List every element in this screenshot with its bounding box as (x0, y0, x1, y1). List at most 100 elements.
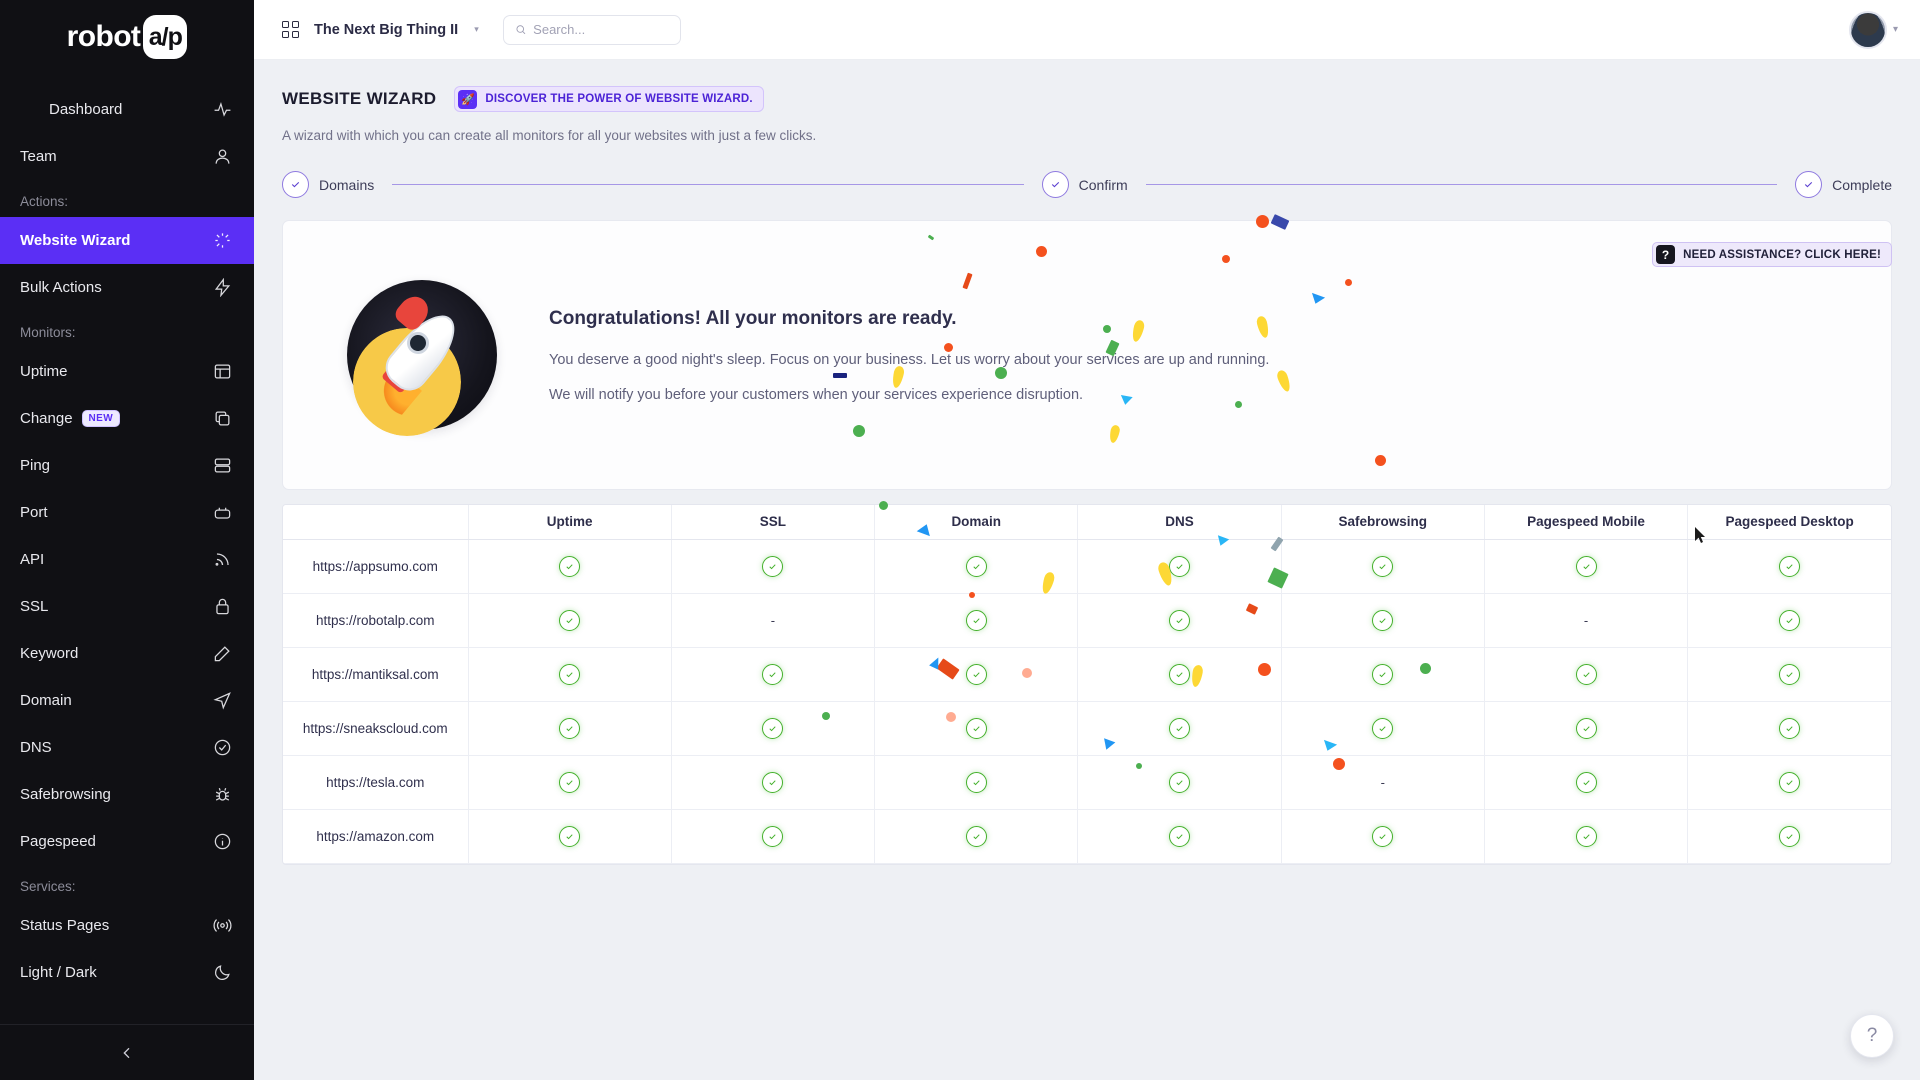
step-connector (392, 184, 1024, 185)
sidebar-item-status-pages[interactable]: Status Pages (0, 902, 254, 949)
search-box[interactable] (502, 14, 681, 45)
status-na: - (770, 612, 776, 628)
sidebar-item-safebrowsing[interactable]: Safebrowsing (0, 771, 254, 818)
chevron-down-icon[interactable]: ▾ (474, 24, 479, 35)
check-icon (1795, 171, 1823, 198)
check-circle-icon (965, 609, 987, 631)
activity-icon (20, 100, 40, 120)
step-connector (1145, 184, 1778, 185)
check-circle-icon (965, 717, 987, 739)
wand-icon (212, 231, 232, 251)
table-row: https://sneakscloud.com (283, 701, 1891, 756)
sidebar-item-label: Change (20, 410, 73, 427)
cell-status (1484, 701, 1689, 756)
step-domains[interactable]: Domains (282, 171, 374, 198)
column-header-uptime: Uptime (468, 505, 672, 540)
check-icon (282, 171, 309, 198)
cell-status (1687, 809, 1891, 864)
sidebar-item-website-wizard[interactable]: Website Wizard (0, 217, 254, 264)
cell-url: https://tesla.com (283, 755, 469, 810)
sidebar-item-change[interactable]: Change NEW (0, 395, 254, 442)
step-label: Complete (1832, 176, 1892, 193)
brand-badge: a/p (143, 15, 188, 59)
column-header-domain: Domain (874, 505, 1079, 540)
check-circle-icon (559, 609, 581, 631)
sidebar-item-label: DNS (20, 739, 52, 756)
bolt-icon (212, 278, 232, 298)
check-circle-icon (1372, 825, 1394, 847)
cell-status (1484, 539, 1689, 594)
cell-status: - (671, 593, 876, 648)
sidebar-item-label: Bulk Actions (20, 279, 102, 296)
check-circle-icon (1372, 609, 1394, 631)
plug-icon (212, 503, 232, 523)
check-circle-icon (762, 825, 784, 847)
congratulations-paragraph-1: You deserve a good night's sleep. Focus … (549, 351, 1270, 368)
sidebar-item-port[interactable]: Port (0, 489, 254, 536)
cell-status (1484, 647, 1689, 702)
sidebar-item-label: API (20, 551, 45, 568)
column-header-pagespeed-mobile: Pagespeed Mobile (1484, 505, 1689, 540)
sidebar-item-dashboard[interactable]: Dashboard (0, 86, 254, 133)
apps-grid-icon[interactable] (282, 20, 300, 39)
cell-status (1077, 647, 1282, 702)
status-na: - (1380, 774, 1385, 790)
rocket-icon: 🚀 (458, 89, 478, 109)
sidebar-item-ssl[interactable]: SSL (0, 583, 254, 630)
sidebar: robot a/p Dashboard Team Actions: Websit… (0, 0, 254, 1080)
sidebar-item-domain[interactable]: Domain (0, 677, 254, 724)
cell-url: https://mantiksal.com (283, 647, 469, 702)
sidebar-item-keyword[interactable]: Keyword (0, 630, 254, 677)
cell-status (671, 701, 876, 756)
check-circle-icon (1575, 663, 1597, 685)
check-circle-icon (1575, 771, 1597, 793)
check-circle-icon (559, 663, 581, 685)
cell-status (1281, 647, 1485, 702)
cell-status (1484, 755, 1689, 810)
server-icon (212, 456, 232, 476)
project-selector-label[interactable]: The Next Big Thing II (314, 22, 458, 38)
sidebar-item-label: SSL (20, 598, 49, 615)
sidebar-item-label: Port (20, 504, 48, 521)
promo-banner[interactable]: 🚀 DISCOVER THE POWER OF WEBSITE WIZARD. (454, 86, 764, 112)
cell-status (1687, 593, 1891, 648)
avatar[interactable] (1848, 10, 1887, 49)
search-input[interactable] (533, 22, 669, 37)
check-circle-icon (1575, 825, 1597, 847)
sidebar-section-actions: Actions: (20, 194, 69, 209)
cell-url: https://sneakscloud.com (283, 701, 469, 756)
sidebar-item-light-dark[interactable]: Light / Dark (0, 949, 254, 996)
brand-logo[interactable]: robot a/p (0, 0, 254, 68)
cell-status (1281, 593, 1485, 648)
step-complete[interactable]: Complete (1795, 171, 1892, 198)
cell-status: - (1484, 593, 1689, 648)
sidebar-item-dns[interactable]: DNS (0, 724, 254, 771)
congratulations-title: Congratulations! All your monitors are r… (549, 307, 957, 329)
rss-icon (212, 550, 232, 570)
sidebar-item-uptime[interactable]: Uptime (0, 348, 254, 395)
status-na: - (1583, 612, 1589, 628)
cell-status (1077, 539, 1282, 594)
sidebar-item-pagespeed[interactable]: Pagespeed (0, 818, 254, 865)
step-label: Confirm (1078, 176, 1128, 193)
help-fab-button[interactable]: ? (1850, 1014, 1894, 1058)
user-icon (212, 147, 232, 167)
step-confirm[interactable]: Confirm (1041, 171, 1128, 198)
page-title: WEBSITE WIZARD (282, 89, 437, 108)
sidebar-item-bulk-actions[interactable]: Bulk Actions (0, 264, 254, 311)
cell-status (671, 755, 876, 810)
chevron-down-icon[interactable]: ▾ (1893, 24, 1898, 35)
cell-status (1281, 539, 1485, 594)
sidebar-collapse-button[interactable] (0, 1024, 254, 1080)
broadcast-icon (212, 916, 232, 936)
copy-icon (212, 409, 232, 429)
cell-status (468, 755, 672, 810)
column-header-safebrowsing: Safebrowsing (1281, 505, 1485, 540)
sidebar-item-team[interactable]: Team (0, 133, 254, 180)
need-assistance-button[interactable]: ? NEED ASSISTANCE? CLICK HERE! (1652, 242, 1892, 267)
cell-status (1484, 809, 1689, 864)
sidebar-item-ping[interactable]: Ping (0, 442, 254, 489)
sidebar-item-api[interactable]: API (0, 536, 254, 583)
cell-url: https://robotalp.com (283, 593, 469, 648)
cell-status (1077, 809, 1282, 864)
